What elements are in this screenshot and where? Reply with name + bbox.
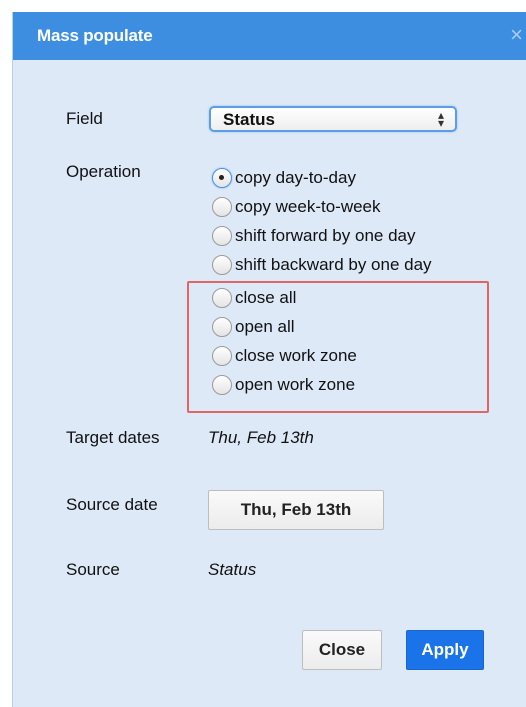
- operation-option-copy-day-to-day[interactable]: copy day-to-day: [212, 165, 356, 191]
- operation-label: Operation: [66, 162, 141, 181]
- source-date-button[interactable]: Thu, Feb 13th: [208, 490, 384, 530]
- close-button[interactable]: Close: [302, 630, 382, 670]
- radio-button[interactable]: [212, 317, 232, 337]
- radio-button[interactable]: [212, 346, 232, 366]
- radio-button[interactable]: [212, 226, 232, 246]
- dialog-title-bar: Mass populate ×: [13, 12, 526, 60]
- mass-populate-dialog: Mass populate × Field Status ▴ ▾ Operatio…: [12, 12, 526, 707]
- operation-option-label: shift forward by one day: [235, 226, 416, 245]
- operation-option-open-all[interactable]: open all: [212, 314, 295, 340]
- field-label: Field: [66, 109, 103, 128]
- operation-option-shift-backward[interactable]: shift backward by one day: [212, 252, 432, 278]
- operation-option-close-work-zone[interactable]: close work zone: [212, 343, 357, 369]
- close-icon[interactable]: ×: [510, 24, 523, 46]
- radio-button[interactable]: [212, 375, 232, 395]
- radio-button[interactable]: [212, 255, 232, 275]
- field-select[interactable]: Status ▴ ▾: [209, 106, 457, 132]
- operation-option-label: shift backward by one day: [235, 255, 432, 274]
- field-select-value: Status: [223, 110, 275, 129]
- target-dates-value: Thu, Feb 13th: [208, 428, 314, 447]
- source-value: Status: [208, 560, 257, 579]
- operation-option-label: copy week-to-week: [235, 197, 381, 216]
- operation-option-label: open work zone: [235, 375, 356, 394]
- dialog-title: Mass populate: [37, 26, 153, 45]
- operation-option-label: copy day-to-day: [235, 168, 356, 187]
- operation-option-shift-forward[interactable]: shift forward by one day: [212, 223, 415, 249]
- operation-option-label: close work zone: [235, 346, 357, 365]
- source-label: Source: [66, 560, 120, 579]
- operation-option-open-work-zone[interactable]: open work zone: [212, 372, 355, 398]
- operation-option-label: open all: [235, 317, 295, 336]
- radio-button[interactable]: [212, 197, 232, 217]
- select-arrows-icon: ▴ ▾: [437, 108, 444, 130]
- operation-option-label: close all: [235, 288, 297, 307]
- source-date-label: Source date: [66, 495, 158, 514]
- radio-button[interactable]: [212, 288, 232, 308]
- apply-button[interactable]: Apply: [406, 630, 484, 670]
- radio-button-selected[interactable]: [212, 168, 232, 188]
- operation-option-copy-week-to-week[interactable]: copy week-to-week: [212, 194, 381, 220]
- operation-option-close-all[interactable]: close all: [212, 285, 296, 311]
- target-dates-label: Target dates: [66, 428, 160, 447]
